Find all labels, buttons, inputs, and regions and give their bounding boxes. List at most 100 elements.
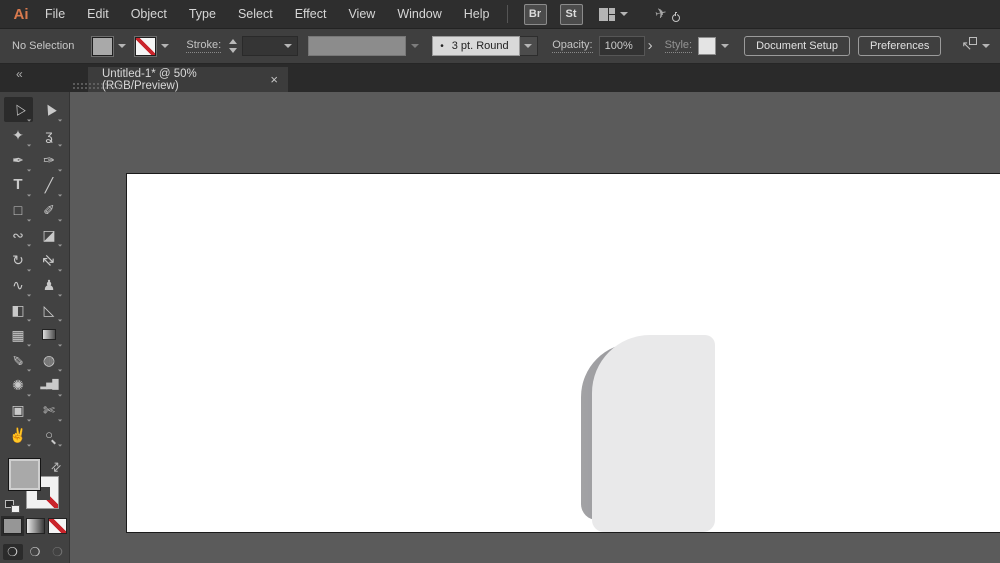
- tool-pen[interactable]: ✒: [4, 147, 33, 172]
- tool-rectangle[interactable]: □: [4, 197, 33, 222]
- menu-item-effect[interactable]: Effect: [284, 0, 338, 29]
- brush-definition-value[interactable]: • 3 pt. Round: [432, 36, 521, 56]
- tool-perspective-grid[interactable]: ◺: [35, 297, 64, 322]
- menu-item-help[interactable]: Help: [453, 0, 501, 29]
- stroke-color-swatch[interactable]: [134, 35, 158, 57]
- tool-column-graph[interactable]: ▂▅█: [35, 372, 64, 397]
- preferences-button[interactable]: Preferences: [858, 36, 942, 56]
- panel-grip[interactable]: [72, 82, 124, 90]
- shape-builder-icon: ◧: [11, 301, 25, 318]
- stroke-label[interactable]: Stroke:: [186, 39, 222, 53]
- tool-eyedropper[interactable]: ✎: [4, 347, 33, 372]
- tool-direct-selection[interactable]: ▶: [35, 97, 64, 122]
- brush-definition-dropdown[interactable]: • 3 pt. Round: [432, 36, 539, 56]
- swap-fill-stroke-icon[interactable]: ⇄: [48, 458, 65, 475]
- opacity-label[interactable]: Opacity:: [552, 39, 593, 53]
- width-icon: ∿: [12, 276, 24, 293]
- tool-selection[interactable]: ▷: [3, 97, 33, 122]
- pen-icon: ✒: [12, 151, 24, 168]
- select-similar-icon[interactable]: ↖: [961, 37, 978, 54]
- stroke-chevron-down-icon[interactable]: [161, 43, 170, 49]
- tool-rotate[interactable]: ↻: [4, 247, 33, 272]
- menu-item-object[interactable]: Object: [120, 0, 178, 29]
- menu-item-file[interactable]: File: [34, 0, 76, 29]
- selection-icon: ▷: [9, 101, 27, 118]
- shaper-icon: ∾: [12, 226, 24, 243]
- tools-grid: ▷ ▶ ✦ ʓ ✒ ✑ T ╱ □ ✐ ∾ ◪ ↻ ⇄ ∿ ♟ ◧ ◺ ▦ ✎ ◍ ✺ ▂▅█ ▣ ✄ ✌ ○: [0, 92, 69, 447]
- tool-gradient[interactable]: [35, 322, 64, 347]
- tool-mesh[interactable]: ▦: [4, 322, 33, 347]
- color-button[interactable]: [1, 516, 25, 536]
- stock-button[interactable]: St: [559, 3, 583, 25]
- brush-chevron-button[interactable]: [520, 36, 539, 56]
- stroke-weight-dropdown[interactable]: [242, 36, 299, 56]
- style-label[interactable]: Style:: [664, 39, 693, 53]
- select-similar-chevron-down-icon[interactable]: [982, 43, 991, 49]
- menu-separator: [506, 5, 508, 23]
- curvature-icon: ✑: [43, 151, 55, 168]
- canvas-workspace[interactable]: [70, 92, 1000, 563]
- tool-hand[interactable]: ✌: [4, 422, 33, 447]
- tool-symbol-sprayer[interactable]: ✺: [4, 372, 33, 397]
- tool-eraser[interactable]: ◪: [35, 222, 64, 247]
- stroke-weight-stepper[interactable]: [227, 37, 239, 55]
- tool-curvature[interactable]: ✑: [35, 147, 64, 172]
- mesh-icon: ▦: [11, 326, 25, 343]
- style-chevron-down-icon[interactable]: [721, 43, 730, 49]
- menu-item-type[interactable]: Type: [178, 0, 227, 29]
- tool-slice[interactable]: ✄: [35, 397, 64, 422]
- column-graph-icon: ▂▅█: [40, 379, 58, 389]
- power-icon: [671, 12, 680, 22]
- gradient-button[interactable]: [25, 518, 45, 534]
- eraser-icon: ◪: [42, 226, 56, 243]
- none-button[interactable]: [47, 518, 67, 534]
- style-swatch[interactable]: [698, 37, 717, 55]
- artboard[interactable]: [126, 173, 1000, 533]
- tool-paintbrush[interactable]: ✐: [35, 197, 64, 222]
- rectangle-icon: □: [13, 201, 23, 218]
- default-fill-stroke-icon[interactable]: [5, 500, 20, 513]
- zoom-icon: ○: [45, 427, 53, 442]
- app-logo: Ai: [13, 5, 29, 23]
- tool-zoom[interactable]: ○: [35, 422, 64, 447]
- tool-scale[interactable]: ⇄: [35, 247, 64, 272]
- draw-inside-icon: ❍: [52, 545, 63, 559]
- document-tab-bar: « Untitled-1* @ 50% (RGB/Preview) ×: [0, 64, 1000, 92]
- fill-color-swatch[interactable]: [91, 35, 115, 57]
- type-icon: T: [13, 176, 23, 193]
- brush-label: 3 pt. Round: [451, 40, 509, 52]
- document-setup-button[interactable]: Document Setup: [744, 36, 851, 56]
- close-icon[interactable]: ×: [270, 72, 278, 87]
- menu-item-window[interactable]: Window: [386, 0, 452, 29]
- collapse-panel-icon[interactable]: «: [16, 67, 23, 81]
- tool-artboard[interactable]: ▣: [4, 397, 33, 422]
- opacity-expander-button[interactable]: ›: [648, 37, 653, 54]
- share-sync-icon[interactable]: ✈: [652, 3, 681, 23]
- rotate-icon: ↻: [12, 251, 24, 268]
- puppet-warp-icon: ♟: [42, 276, 56, 293]
- menu-item-select[interactable]: Select: [227, 0, 284, 29]
- tool-magic-wand[interactable]: ✦: [4, 122, 33, 147]
- opacity-input[interactable]: [598, 36, 645, 56]
- fill-color-indicator[interactable]: [8, 458, 41, 491]
- paper-plane-icon: ✈: [652, 3, 668, 23]
- tool-lasso[interactable]: ʓ: [35, 122, 64, 147]
- bridge-button[interactable]: Br: [523, 3, 547, 25]
- menu-item-view[interactable]: View: [337, 0, 386, 29]
- tool-shaper[interactable]: ∾: [4, 222, 33, 247]
- rounded-rect-shape[interactable]: [592, 335, 715, 532]
- tool-type[interactable]: T: [4, 172, 33, 197]
- tool-line-segment[interactable]: ╱: [35, 172, 64, 197]
- hand-icon: ✌: [9, 426, 27, 443]
- tool-puppet-warp[interactable]: ♟: [35, 272, 64, 297]
- tool-shape-builder[interactable]: ◧: [4, 297, 33, 322]
- fill-chevron-down-icon[interactable]: [118, 43, 127, 49]
- tool-width[interactable]: ∿: [4, 272, 33, 297]
- draw-normal-icon[interactable]: ❍: [2, 544, 23, 560]
- menu-item-edit[interactable]: Edit: [76, 0, 120, 29]
- workspace-switcher-icon[interactable]: [598, 7, 615, 21]
- color-mode-row: [0, 516, 70, 536]
- workspace-chevron-down-icon[interactable]: [619, 11, 629, 17]
- draw-behind-icon[interactable]: ❍: [25, 544, 45, 560]
- tool-blend[interactable]: ◍: [35, 347, 64, 372]
